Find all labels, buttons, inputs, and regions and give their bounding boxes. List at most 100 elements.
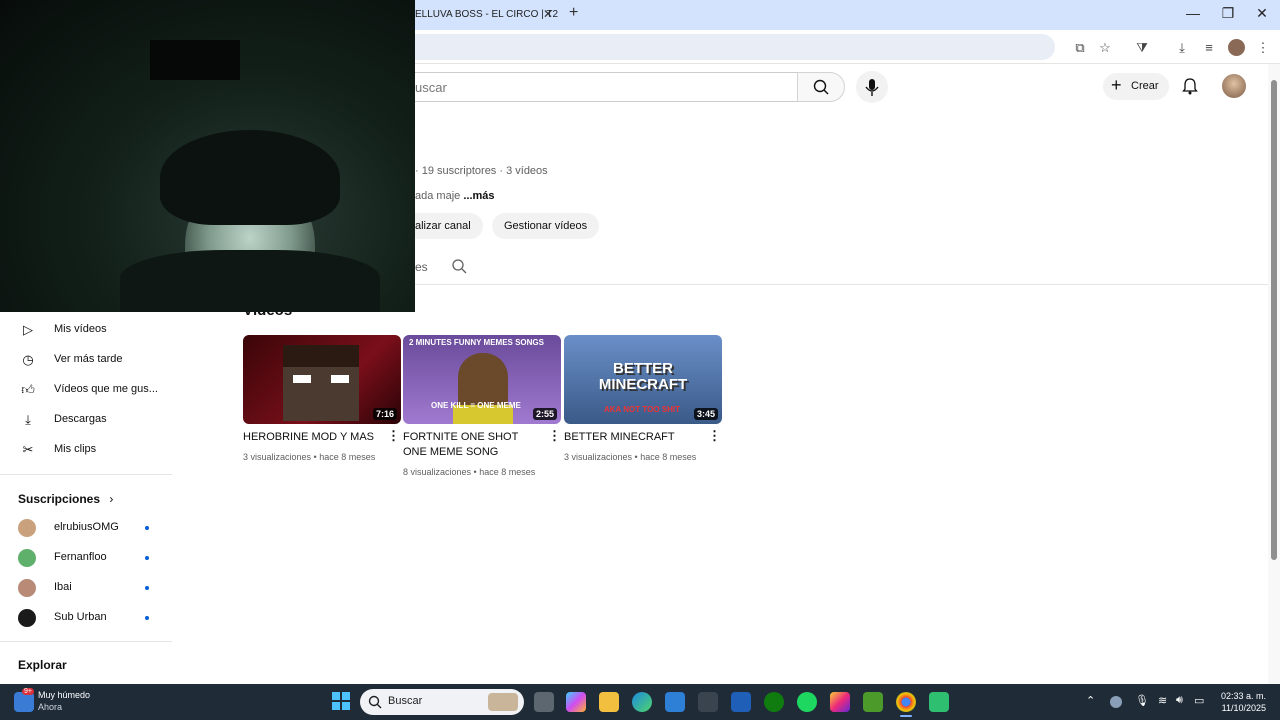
task-view-icon[interactable] bbox=[534, 692, 554, 712]
extensions-icon[interactable]: ⧩ bbox=[1133, 39, 1151, 57]
minecraft-icon[interactable] bbox=[863, 692, 883, 712]
video-meta: 3 visualizaciones • hace 8 meses bbox=[564, 452, 697, 462]
background-object bbox=[150, 40, 240, 80]
video-views: 8 visualizaciones bbox=[403, 467, 472, 477]
new-content-dot bbox=[145, 616, 149, 620]
subscription-sub-urban[interactable]: Sub Urban bbox=[0, 603, 172, 633]
weather-icon[interactable] bbox=[14, 692, 34, 712]
app-icon[interactable] bbox=[698, 692, 718, 712]
thumb-bottom-text: AKA NOT TOO SHIT bbox=[604, 405, 680, 414]
search-button[interactable] bbox=[797, 72, 845, 102]
store-icon[interactable] bbox=[665, 692, 685, 712]
tab-title[interactable]: ELLUVA BOSS - EL CIRCO | T2 bbox=[415, 9, 558, 20]
search-placeholder: uscar bbox=[415, 80, 447, 95]
more-link[interactable]: ...más bbox=[463, 190, 494, 202]
sidebar-item-liked-videos[interactable]: 👍︎ Vídeos que me gus... bbox=[0, 375, 172, 405]
channel-avatar bbox=[18, 609, 36, 627]
bookmark-star-icon[interactable]: ☆ bbox=[1096, 39, 1114, 57]
editor-icon[interactable] bbox=[731, 692, 751, 712]
play-square-icon: ▷ bbox=[23, 322, 33, 337]
battery-icon[interactable]: ▭ bbox=[1194, 694, 1204, 707]
video-age: hace 8 meses bbox=[640, 452, 697, 462]
sidebar-item-my-videos[interactable]: ▷ Mis vídeos bbox=[0, 315, 172, 345]
video-thumbnail[interactable]: 7:16 bbox=[243, 335, 401, 424]
weather-title[interactable]: Muy húmedo bbox=[38, 690, 90, 700]
clock-date: 11/10/2025 bbox=[1221, 703, 1266, 713]
sidebar-item-label: Ver más tarde bbox=[54, 353, 123, 365]
subscription-elrubiusomg[interactable]: elrubiusOMG bbox=[0, 513, 172, 543]
sidebar-item-downloads[interactable]: ⤓ Descargas bbox=[0, 405, 172, 435]
thumb-top-text: 2 MINUTES FUNNY MEMES SONGS bbox=[409, 338, 544, 347]
chevron-right-icon: › bbox=[109, 492, 114, 506]
manage-videos-button[interactable]: Gestionar vídeos bbox=[492, 213, 600, 239]
spotify-icon[interactable] bbox=[797, 692, 817, 712]
copilot-icon[interactable] bbox=[566, 692, 586, 712]
subscription-fernanfloo[interactable]: Fernanfloo bbox=[0, 543, 172, 573]
notifications-bell-icon[interactable] bbox=[1181, 77, 1199, 95]
edge-icon[interactable] bbox=[632, 692, 652, 712]
android-app-icon[interactable] bbox=[929, 692, 949, 712]
file-explorer-icon[interactable] bbox=[599, 692, 619, 712]
browser-profile-avatar[interactable] bbox=[1228, 39, 1245, 56]
search-icon bbox=[813, 79, 829, 95]
xbox-icon[interactable] bbox=[764, 692, 784, 712]
tab-close-icon[interactable]: ✕ bbox=[543, 7, 553, 21]
search-input[interactable] bbox=[405, 72, 798, 102]
sidebar-divider bbox=[0, 474, 172, 475]
address-bar[interactable] bbox=[415, 34, 1055, 60]
video-thumbnail[interactable]: BETTER MINECRAFT AKA NOT TOO SHIT 3:45 bbox=[564, 335, 722, 424]
more-options-icon[interactable]: ⋮ bbox=[387, 428, 400, 444]
taskbar-search[interactable]: Buscar bbox=[360, 689, 524, 715]
instagram-icon[interactable] bbox=[830, 692, 850, 712]
page-scrollbar-thumb[interactable] bbox=[1271, 80, 1277, 560]
sidebar-item-watch-later[interactable]: ◷ Ver más tarde bbox=[0, 345, 172, 375]
glowing-eye-right bbox=[331, 375, 349, 383]
thumbs-up-icon: 👍︎ bbox=[21, 382, 35, 397]
account-avatar[interactable] bbox=[1222, 74, 1246, 98]
weather-badge: 9+ bbox=[22, 688, 34, 695]
download-icon: ⤓ bbox=[25, 412, 31, 427]
new-content-dot bbox=[145, 526, 149, 530]
video-title[interactable]: BETTER MINECRAFT bbox=[564, 430, 704, 445]
tray-app-icon[interactable] bbox=[1110, 696, 1122, 708]
more-options-icon[interactable]: ⋮ bbox=[708, 428, 721, 444]
sidebar-item-my-clips[interactable]: ✂ Mis clips bbox=[0, 435, 172, 465]
channel-avatar bbox=[18, 519, 36, 537]
wifi-icon[interactable]: ≋ bbox=[1158, 694, 1167, 707]
voice-search-button[interactable] bbox=[856, 71, 888, 103]
browser-menu-icon[interactable]: ⋮ bbox=[1254, 39, 1272, 57]
weather-subtitle: Ahora bbox=[38, 702, 63, 712]
close-window-button[interactable]: ✕ bbox=[1252, 5, 1272, 22]
maximize-button[interactable]: ❐ bbox=[1218, 5, 1238, 22]
microphone-tray-icon[interactable]: 🎙︎ bbox=[1135, 694, 1149, 707]
channel-search-icon[interactable] bbox=[451, 258, 467, 274]
video-title[interactable]: HEROBRINE MOD Y MAS bbox=[243, 430, 383, 445]
subscription-name: Ibai bbox=[54, 581, 72, 593]
tab-partial[interactable]: es bbox=[415, 260, 428, 274]
media-control-icon[interactable]: ≡ bbox=[1200, 39, 1218, 57]
subscriptions-heading[interactable]: Suscripciones › bbox=[18, 492, 113, 506]
video-thumbnail[interactable]: 2 MINUTES FUNNY MEMES SONGS ONE KILL = O… bbox=[403, 335, 561, 424]
microphone-icon bbox=[865, 79, 879, 96]
minimize-button[interactable]: — bbox=[1183, 5, 1203, 21]
video-title[interactable]: FORTNITE ONE SHOT ONE MEME SONG bbox=[403, 430, 543, 460]
show-hidden-icons-chevron-icon[interactable]: ⌃ bbox=[1086, 694, 1095, 707]
sidebar-divider bbox=[0, 641, 172, 642]
subscription-ibai[interactable]: Ibai bbox=[0, 573, 172, 603]
downloads-icon[interactable]: ⤓ bbox=[1173, 39, 1191, 57]
video-views: 3 visualizaciones bbox=[243, 452, 312, 462]
create-button[interactable]: + Crear bbox=[1103, 73, 1169, 100]
subscription-name: Sub Urban bbox=[54, 611, 107, 623]
subscription-name: elrubiusOMG bbox=[54, 521, 119, 533]
chrome-icon[interactable] bbox=[896, 692, 916, 712]
new-tab-button[interactable]: + bbox=[569, 4, 578, 22]
install-app-icon[interactable]: ⧉ bbox=[1071, 39, 1089, 57]
video-age: hace 8 meses bbox=[319, 452, 376, 462]
more-options-icon[interactable]: ⋮ bbox=[548, 428, 561, 444]
clock-icon: ◷ bbox=[22, 352, 34, 367]
sidebar-item-label: Mis vídeos bbox=[54, 323, 107, 335]
volume-icon[interactable]: 🔊︎ bbox=[1176, 694, 1183, 707]
video-views: 3 visualizaciones bbox=[564, 452, 633, 462]
taskbar-clock[interactable]: 02:33 a. m. 11/10/2025 bbox=[1214, 690, 1266, 714]
windows-start-icon[interactable] bbox=[332, 692, 350, 710]
